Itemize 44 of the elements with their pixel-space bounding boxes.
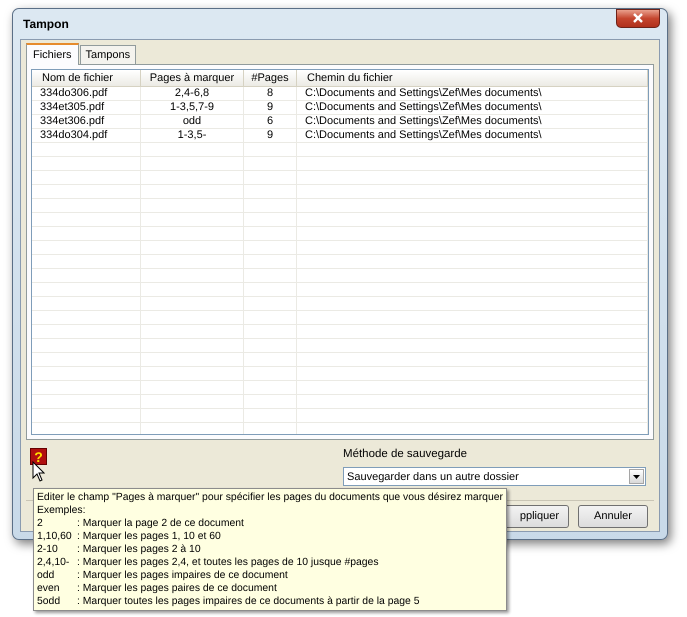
example-code: 1,10,60	[37, 530, 73, 543]
table-cell: C:\Documents and Settings\Zef\Mes documents\	[297, 87, 648, 101]
table-cell: C:\Documents and Settings\Zef\Mes documents\	[297, 115, 648, 129]
table-cell: 1-3,5,7-9	[141, 101, 244, 115]
window-title: Tampon	[22, 16, 69, 33]
example-code: odd	[37, 569, 56, 582]
example-description: : Marquer les pages impaires de ce document	[77, 569, 289, 582]
example-description: : Marquer les pages 1, 10 et 60	[77, 530, 222, 543]
example-description: : Marquer la page 2 de ce document	[77, 517, 245, 530]
close-icon	[632, 13, 644, 23]
example-code: even	[37, 582, 61, 595]
table-cell: 334et306.pdf	[32, 115, 141, 129]
table-cell: 9	[244, 101, 297, 115]
example-description: : Marquer les pages paires de ce document	[77, 582, 278, 595]
tab[interactable]: Fichiers	[26, 43, 79, 65]
table-cell: 2,4-6,8	[141, 87, 244, 101]
close-button[interactable]	[616, 8, 660, 28]
column-header[interactable]: #Pages	[244, 70, 297, 87]
table-cell: odd	[141, 115, 244, 129]
table-cell: 8	[244, 87, 297, 101]
save-method-label: Méthode de sauvegarde	[343, 447, 468, 462]
help-icon[interactable]: ?	[30, 448, 47, 465]
example-description: : Marquer toutes les pages impaires de ce documents à partir de la page 5	[77, 595, 421, 608]
column-header[interactable]: Nom de fichier	[32, 70, 141, 87]
examples-heading: Exemples:	[37, 504, 87, 517]
table-cell: C:\Documents and Settings\Zef\Mes documents\	[297, 101, 648, 115]
dialog-button[interactable]: Annuler	[578, 504, 648, 528]
example-description: : Marquer les pages 2 à 10	[77, 543, 202, 556]
tooltip-text: Editer le champ "Pages à marquer" pour spécifier les pages du documents que vous désirez marquer	[37, 491, 503, 504]
mouse-cursor-icon	[32, 461, 45, 482]
column-header[interactable]: Chemin du fichier	[297, 70, 648, 87]
dropdown-value: Sauvegarder dans un autre dossier	[347, 470, 519, 484]
table-cell: 334do306.pdf	[32, 87, 141, 101]
save-method-dropdown[interactable]: Sauvegarder dans un autre dossier	[343, 467, 646, 486]
dropdown-arrow-icon	[633, 474, 640, 479]
example-code: 2-10	[37, 543, 59, 556]
table-cell: 6	[244, 115, 297, 129]
table-cell: 334et305.pdf	[32, 101, 141, 115]
example-code: 5odd	[37, 595, 62, 608]
example-description: : Marquer les pages 2,4, et toutes les pages de 10 jusque #pages	[77, 556, 380, 569]
tab[interactable]: Tampons	[80, 45, 136, 64]
column-header[interactable]: Pages à marquer	[141, 70, 244, 87]
example-code: 2,4,10-	[37, 556, 70, 569]
example-code: 2	[37, 517, 44, 530]
